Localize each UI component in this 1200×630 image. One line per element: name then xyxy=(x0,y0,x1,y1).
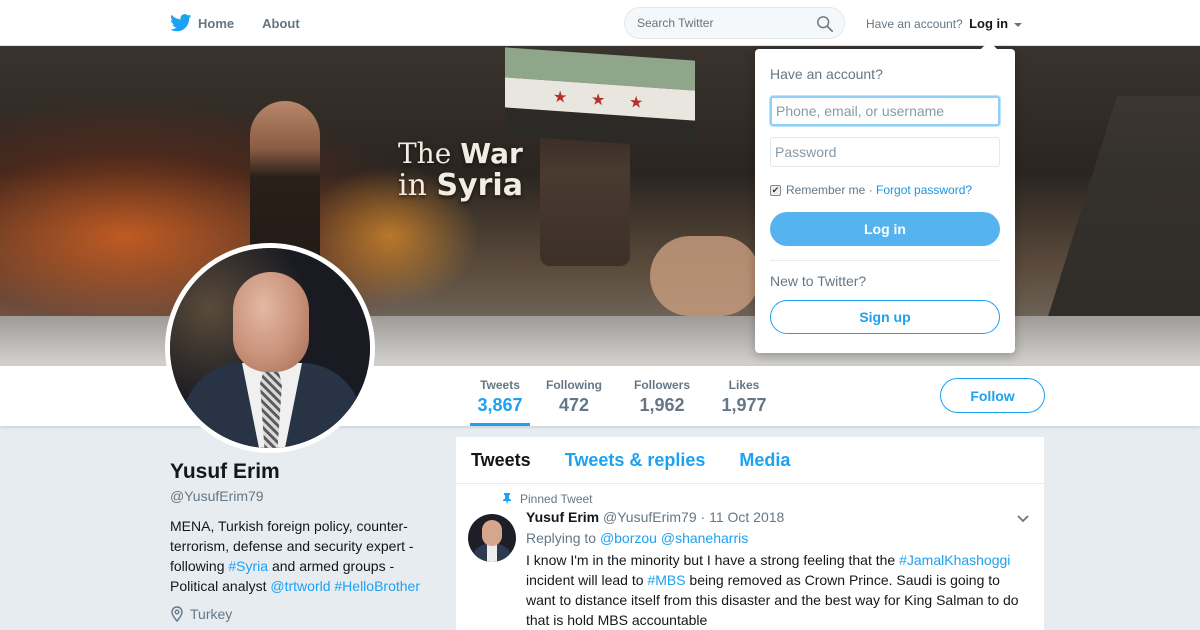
pinned-tweet[interactable]: Pinned Tweet Yusuf Erim @YusufErim79 · 1… xyxy=(456,484,1044,630)
replying-to: Replying to @borzou @shaneharris xyxy=(526,530,749,546)
nav-left: Home About xyxy=(170,0,328,46)
top-nav: Home About Have an account? Log in xyxy=(0,0,1200,46)
dropdown-divider xyxy=(770,260,1000,261)
profile-name[interactable]: Yusuf Erim xyxy=(170,460,430,484)
password-input[interactable] xyxy=(770,137,1000,167)
login-button[interactable]: Log in xyxy=(770,212,1000,246)
login-menu-link[interactable]: Log in xyxy=(969,16,1008,31)
remember-me-label[interactable]: Remember me xyxy=(786,183,865,197)
stat-followers[interactable]: Followers 1,962 xyxy=(632,378,692,416)
bio-hashtag-syria[interactable]: #Syria xyxy=(228,558,268,574)
banner-flag: ★ ★ ★ xyxy=(505,47,695,149)
remember-row: ✔ Remember me · Forgot password? xyxy=(770,183,973,197)
caret-down-icon[interactable] xyxy=(1014,22,1023,27)
banner-letter-shape xyxy=(1045,96,1200,326)
banner-title: The War in Syria xyxy=(398,137,523,203)
tweet-author-handle[interactable]: @YusufErim79 xyxy=(603,509,697,525)
follow-button[interactable]: Follow xyxy=(940,378,1045,413)
stat-following[interactable]: Following 472 xyxy=(544,378,604,416)
stat-tweets[interactable]: Tweets 3,867 xyxy=(470,378,530,426)
location-text: Turkey xyxy=(190,606,233,622)
profile-avatar[interactable] xyxy=(165,243,375,453)
tweet-avatar[interactable] xyxy=(468,514,516,562)
chevron-down-icon[interactable] xyxy=(1016,514,1030,524)
profile-location: Turkey xyxy=(170,606,430,622)
twitter-bird-icon[interactable] xyxy=(170,14,192,32)
new-to-twitter-text: New to Twitter? xyxy=(770,273,867,289)
forgot-password-link[interactable]: Forgot password? xyxy=(876,183,972,197)
timeline: Tweets Tweets & replies Media Pinned Twe… xyxy=(456,437,1044,630)
bio-hashtag-hellobrother[interactable]: #HelloBrother xyxy=(334,578,420,594)
tweet-date[interactable]: 11 Oct 2018 xyxy=(709,509,784,525)
reply-mention-borzou[interactable]: @borzou xyxy=(600,530,657,546)
tweet-text: I know I'm in the minority but I have a … xyxy=(526,552,1019,628)
bio-mention-trtworld[interactable]: @trtworld xyxy=(270,578,330,594)
search-icon[interactable] xyxy=(816,15,834,33)
account-menu: Have an account? Log in xyxy=(866,16,1023,31)
tab-tweets[interactable]: Tweets xyxy=(471,450,531,471)
checkbox-checked-icon[interactable]: ✔ xyxy=(770,184,781,196)
profile-card: Yusuf Erim @YusufErim79 MENA, Turkish fo… xyxy=(170,460,430,622)
login-question: Have an account? xyxy=(770,66,883,82)
tweet-header: Yusuf Erim @YusufErim79 · 11 Oct 2018 xyxy=(526,509,785,525)
tab-media[interactable]: Media xyxy=(739,450,790,471)
search-input[interactable] xyxy=(637,16,807,30)
search-box[interactable] xyxy=(624,7,845,39)
tweet-author-name[interactable]: Yusuf Erim xyxy=(526,509,599,525)
nav-home-link[interactable]: Home xyxy=(198,16,234,31)
tab-tweets-replies[interactable]: Tweets & replies xyxy=(565,450,706,471)
timeline-tabs: Tweets Tweets & replies Media xyxy=(456,437,1044,484)
signup-button[interactable]: Sign up xyxy=(770,300,1000,334)
banner-hand xyxy=(650,236,760,316)
stat-likes[interactable]: Likes 1,977 xyxy=(718,378,770,416)
profile-bio: MENA, Turkish foreign policy, counter-te… xyxy=(170,518,420,594)
have-account-text: Have an account? xyxy=(866,17,963,31)
profile-handle[interactable]: @YusufErim79 xyxy=(170,488,430,504)
location-icon xyxy=(171,606,183,622)
login-dropdown: Have an account? ✔ Remember me · Forgot … xyxy=(755,41,1015,353)
reply-mention-shaneharris[interactable]: @shaneharris xyxy=(661,530,748,546)
pin-icon xyxy=(503,493,511,505)
tweet-hashtag-khashoggi[interactable]: #JamalKhashoggi xyxy=(899,552,1010,568)
tweet-hashtag-mbs[interactable]: #MBS xyxy=(647,572,685,588)
pinned-label: Pinned Tweet xyxy=(502,492,1029,506)
nav-about-link[interactable]: About xyxy=(262,16,300,31)
username-input[interactable] xyxy=(770,96,1000,126)
